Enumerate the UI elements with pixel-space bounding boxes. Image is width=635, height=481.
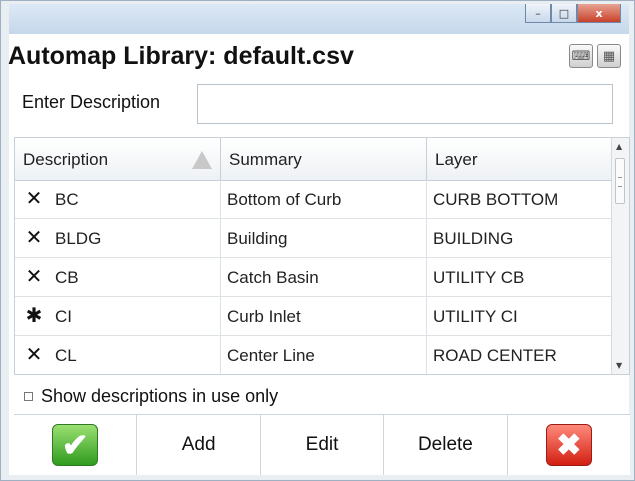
table-row[interactable]: ✕ CL Center Line ROAD CENTER — [15, 336, 613, 374]
bottom-toolbar: ✔ Add Edit Delete ✖ — [14, 414, 631, 475]
table-header: Description Summary Layer — [15, 138, 613, 181]
grid-view-icon[interactable]: ▦ — [597, 44, 621, 68]
description-input[interactable] — [197, 84, 613, 124]
table-row[interactable]: ✕ CB Catch Basin UTILITY CB — [15, 258, 613, 297]
table-rows: ✕ BC Bottom of Curb CURB BOTTOM ✕ BLDG Bui… — [15, 180, 613, 374]
show-in-use-checkbox[interactable] — [24, 392, 33, 401]
description-code: BLDG — [55, 229, 102, 248]
show-in-use-label: Show descriptions in use only — [41, 386, 279, 406]
column-header-description[interactable]: Description — [15, 138, 221, 180]
ok-button[interactable]: ✔ — [14, 415, 138, 475]
point-symbol-icon: ✕ — [25, 227, 43, 249]
edit-button[interactable]: Edit — [260, 415, 385, 475]
cell-description: ✕ CB — [15, 258, 221, 296]
keyboard-icon[interactable]: ⌨ — [569, 44, 593, 68]
table-row[interactable]: ✱ CI Curb Inlet UTILITY CI — [15, 297, 613, 336]
scrollbar-thumb[interactable] — [615, 158, 625, 204]
thumb-grip-icon — [618, 177, 622, 187]
window-controls: – □ x — [525, 4, 621, 26]
library-table[interactable]: Description Summary Layer ✕ BC Bottom of … — [14, 137, 630, 375]
window-titlebar: – □ x — [9, 4, 629, 34]
cell-layer: CURB BOTTOM — [427, 180, 613, 218]
title-icons: ⌨ ▦ — [569, 44, 621, 68]
cell-layer: UTILITY CI — [427, 297, 613, 335]
column-header-summary[interactable]: Summary — [221, 138, 427, 180]
table-row[interactable]: ✕ BLDG Building BUILDING — [15, 219, 613, 258]
delete-button[interactable]: Delete — [384, 415, 508, 475]
cell-layer: UTILITY CB — [427, 258, 613, 296]
cell-description: ✕ BC — [15, 180, 221, 218]
vertical-scrollbar[interactable]: ▲ ▼ — [611, 138, 629, 374]
cell-summary: Center Line — [221, 336, 427, 374]
description-code: CI — [55, 307, 72, 326]
scroll-up-icon[interactable]: ▲ — [616, 142, 622, 151]
cell-description: ✕ BLDG — [15, 219, 221, 257]
description-code: CB — [55, 268, 79, 287]
maximize-button[interactable]: □ — [551, 4, 577, 23]
scroll-down-icon[interactable]: ▼ — [616, 361, 622, 370]
cell-summary: Catch Basin — [221, 258, 427, 296]
column-label-description: Description — [23, 150, 109, 169]
close-window-button[interactable]: x — [577, 4, 621, 23]
sort-ascending-icon — [192, 151, 212, 169]
description-code: BC — [55, 190, 79, 209]
enter-description-label: Enter Description — [22, 92, 161, 112]
point-symbol-icon: ✕ — [25, 188, 43, 210]
column-label-summary: Summary — [229, 150, 302, 169]
cell-layer: ROAD CENTER — [427, 336, 613, 374]
point-symbol-icon: ✕ — [25, 266, 43, 288]
cell-description: ✕ CL — [15, 336, 221, 374]
cell-description: ✱ CI — [15, 297, 221, 335]
show-in-use-option[interactable]: Show descriptions in use only — [24, 386, 278, 407]
minimize-button[interactable]: – — [525, 4, 551, 23]
description-code: CL — [55, 346, 77, 365]
cell-summary: Curb Inlet — [221, 297, 427, 335]
close-red-icon: ✖ — [545, 424, 592, 466]
cell-summary: Building — [221, 219, 427, 257]
table-row[interactable]: ✕ BC Bottom of Curb CURB BOTTOM — [15, 180, 613, 219]
point-symbol-icon: ✱ — [25, 305, 43, 327]
cancel-button[interactable]: ✖ — [507, 415, 631, 475]
column-label-layer: Layer — [435, 150, 478, 169]
cell-summary: Bottom of Curb — [221, 180, 427, 218]
checkmark-icon: ✔ — [52, 424, 99, 466]
page-title: Automap Library: default.csv — [8, 42, 354, 70]
point-symbol-icon: ✕ — [25, 344, 43, 366]
column-header-layer[interactable]: Layer — [427, 138, 613, 180]
cell-layer: BUILDING — [427, 219, 613, 257]
add-button[interactable]: Add — [137, 415, 261, 475]
